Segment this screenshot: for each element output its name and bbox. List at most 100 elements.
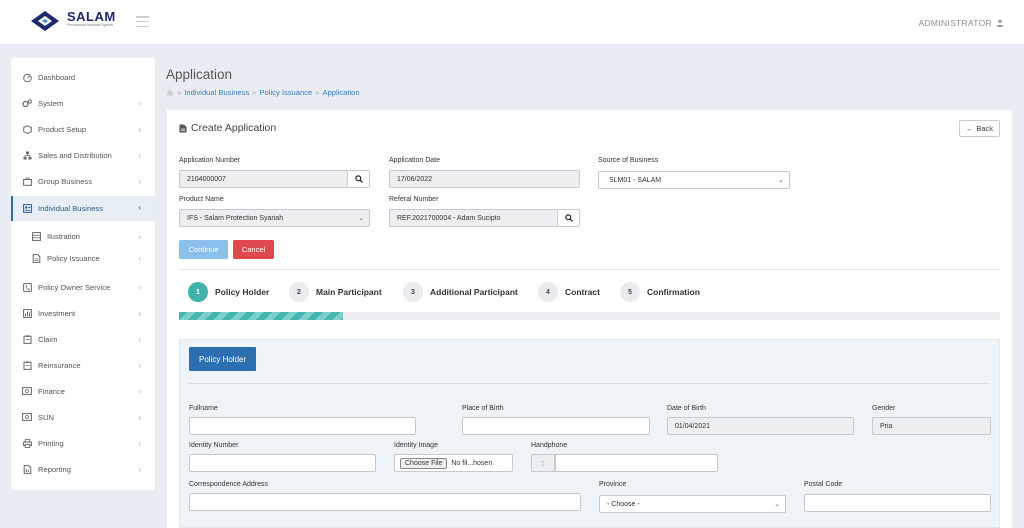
chevron-left-icon: ‹ bbox=[138, 232, 141, 241]
step-label: Contract bbox=[565, 287, 600, 297]
sidebar-item-product-setup[interactable]: Product Setup ‹ bbox=[11, 118, 155, 140]
salam-logo-icon bbox=[31, 11, 59, 31]
fullname-label: Fullname bbox=[189, 405, 218, 412]
phone-prefix-icon: ▯ bbox=[531, 454, 555, 472]
policy-holder-tab[interactable]: Policy Holder bbox=[189, 347, 257, 371]
breadcrumb-current[interactable]: Application bbox=[322, 88, 359, 97]
gender-label: Gender bbox=[872, 405, 896, 412]
identity-number-input[interactable] bbox=[189, 454, 376, 472]
step-contract[interactable]: 4 Contract bbox=[538, 282, 600, 302]
document-icon bbox=[179, 124, 187, 132]
sidebar-item-label: Ilustration bbox=[47, 231, 80, 241]
clipboard-icon bbox=[22, 360, 32, 370]
handphone-input[interactable] bbox=[555, 454, 718, 472]
sidebar-item-dashboard[interactable]: Dashboard bbox=[11, 66, 155, 88]
sidebar-item-label: Policy Owner Service bbox=[38, 282, 111, 292]
sidebar-item-label: Claim bbox=[38, 334, 58, 344]
application-date-label: Application Date bbox=[389, 157, 440, 164]
source-of-business-select[interactable]: SLM01 - SALAM ⌄ bbox=[598, 171, 790, 189]
menu-toggle-icon[interactable] bbox=[136, 16, 149, 27]
step-main-participant[interactable]: 2 Main Participant bbox=[289, 282, 382, 302]
sidebar-item-label: Individual Business bbox=[38, 204, 104, 213]
sidebar-item-group-business[interactable]: Group Business ‹ bbox=[11, 170, 155, 192]
chevron-left-icon: ‹ bbox=[138, 151, 141, 160]
gender-field[interactable]: Pria bbox=[872, 417, 991, 435]
province-select[interactable]: - Choose - ⌄ bbox=[599, 495, 786, 513]
step-label: Confirmation bbox=[647, 287, 700, 297]
sidebar-item-reporting[interactable]: Reporting ‹ bbox=[11, 458, 155, 480]
identity-image-file-input[interactable]: Choose File No fil...hosen bbox=[394, 454, 513, 472]
chevron-left-icon: ‹ bbox=[138, 125, 141, 134]
sidebar-item-sun[interactable]: SUN ‹ bbox=[11, 406, 155, 428]
source-of-business-label: Source of Business bbox=[598, 157, 659, 164]
identity-image-label: Identity Image bbox=[394, 442, 438, 449]
postal-code-label: Postal Code bbox=[804, 481, 843, 488]
cancel-button[interactable]: Cancel bbox=[233, 240, 274, 259]
user-card-icon bbox=[22, 204, 32, 214]
breadcrumb-link[interactable]: Policy Issuance bbox=[259, 88, 312, 97]
sidebar-item-label: Product Setup bbox=[38, 124, 87, 134]
chevron-down-icon: ⌄ bbox=[358, 215, 364, 222]
handphone-label: Handphone bbox=[531, 442, 568, 449]
file-status: No fil...hosen bbox=[451, 459, 493, 467]
step-policy-holder[interactable]: 1 Policy Holder bbox=[188, 282, 269, 302]
policy-holder-panel: Policy Holder Fullname Place of Birth Da… bbox=[179, 339, 1000, 528]
salam-logo[interactable]: SALAM Perusahaan Asuransi Syariah bbox=[30, 10, 116, 32]
sidebar-item-label: Dashboard bbox=[38, 72, 76, 82]
sidebar-item-policy-issuance[interactable]: Policy Issuance ‹ bbox=[11, 247, 155, 269]
breadcrumb-link[interactable]: Individual Business bbox=[184, 88, 249, 97]
application-date-field[interactable]: 17/06/2022 bbox=[389, 170, 580, 188]
chevron-left-icon: ‹ bbox=[138, 335, 141, 344]
chevron-left-icon: ‹ bbox=[138, 254, 141, 263]
home-icon[interactable] bbox=[166, 89, 174, 96]
card-title: Create Application bbox=[179, 122, 276, 134]
sidebar-item-investment[interactable]: Investment ‹ bbox=[11, 302, 155, 324]
product-name-label: Product Name bbox=[179, 196, 224, 203]
money-icon bbox=[22, 412, 32, 422]
chevron-left-icon: ‹ bbox=[138, 99, 141, 108]
briefcase-icon bbox=[22, 176, 32, 186]
gears-icon bbox=[22, 98, 32, 108]
user-menu[interactable]: ADMINISTRATOR bbox=[919, 18, 1004, 28]
referral-search-button[interactable] bbox=[558, 209, 580, 227]
referral-number-field[interactable]: REF.2021700004 - Adam Sucipto bbox=[389, 209, 558, 227]
sidebar-item-ilustration[interactable]: Ilustration ‹ bbox=[11, 225, 155, 247]
sidebar-item-sales-distribution[interactable]: Sales and Distribution ‹ bbox=[11, 144, 155, 166]
money-icon bbox=[22, 386, 32, 396]
sidebar-item-claim[interactable]: Claim ‹ bbox=[11, 328, 155, 350]
choose-file-button[interactable]: Choose File bbox=[400, 457, 448, 469]
sidebar-item-policy-owner-service[interactable]: Policy Owner Service ‹ bbox=[11, 276, 155, 298]
phone-icon bbox=[22, 282, 32, 292]
application-search-button[interactable] bbox=[348, 170, 370, 188]
box-icon bbox=[22, 124, 32, 134]
date-of-birth-field[interactable]: 01/04/2021 bbox=[667, 417, 854, 435]
sidebar-item-finance[interactable]: Finance ‹ bbox=[11, 380, 155, 402]
application-number-field[interactable]: 2104000007 bbox=[179, 170, 348, 188]
create-application-card: Create Application ← Back Application Nu… bbox=[167, 110, 1012, 528]
place-of-birth-input[interactable] bbox=[462, 417, 650, 435]
correspondence-address-input[interactable] bbox=[189, 493, 581, 511]
step-confirmation[interactable]: 5 Confirmation bbox=[620, 282, 700, 302]
sidebar-item-reinsurance[interactable]: Reinsurance ‹ bbox=[11, 354, 155, 376]
sidebar-item-system[interactable]: System ‹ bbox=[11, 92, 155, 114]
sitemap-icon bbox=[22, 150, 32, 160]
chevron-left-icon: ‹ bbox=[138, 177, 141, 186]
step-label: Additional Participant bbox=[430, 287, 518, 297]
sidebar-item-printing[interactable]: Printing ‹ bbox=[11, 432, 155, 454]
sidebar: Dashboard System ‹ Product Setup ‹ Sales… bbox=[11, 58, 155, 490]
file-icon bbox=[31, 253, 41, 263]
sidebar-item-label: SUN bbox=[38, 412, 55, 422]
province-label: Province bbox=[599, 481, 627, 488]
postal-code-input[interactable] bbox=[804, 494, 991, 512]
search-icon bbox=[564, 214, 573, 222]
date-of-birth-label: Date of Birth bbox=[667, 405, 706, 412]
sidebar-item-individual-business[interactable]: Individual Business ‹ bbox=[11, 196, 155, 221]
chevron-down-icon: ⌄ bbox=[778, 177, 784, 184]
sidebar-item-label: Sales and Distribution bbox=[38, 150, 112, 160]
continue-button[interactable]: Continue bbox=[179, 240, 228, 259]
step-additional-participant[interactable]: 3 Additional Participant bbox=[403, 282, 518, 302]
chevron-left-icon: ‹ bbox=[138, 413, 141, 422]
product-name-select[interactable]: IFS - Salam Protection Syariah ⌄ bbox=[179, 209, 370, 227]
back-button[interactable]: ← Back bbox=[958, 120, 1000, 137]
fullname-input[interactable] bbox=[189, 417, 416, 435]
